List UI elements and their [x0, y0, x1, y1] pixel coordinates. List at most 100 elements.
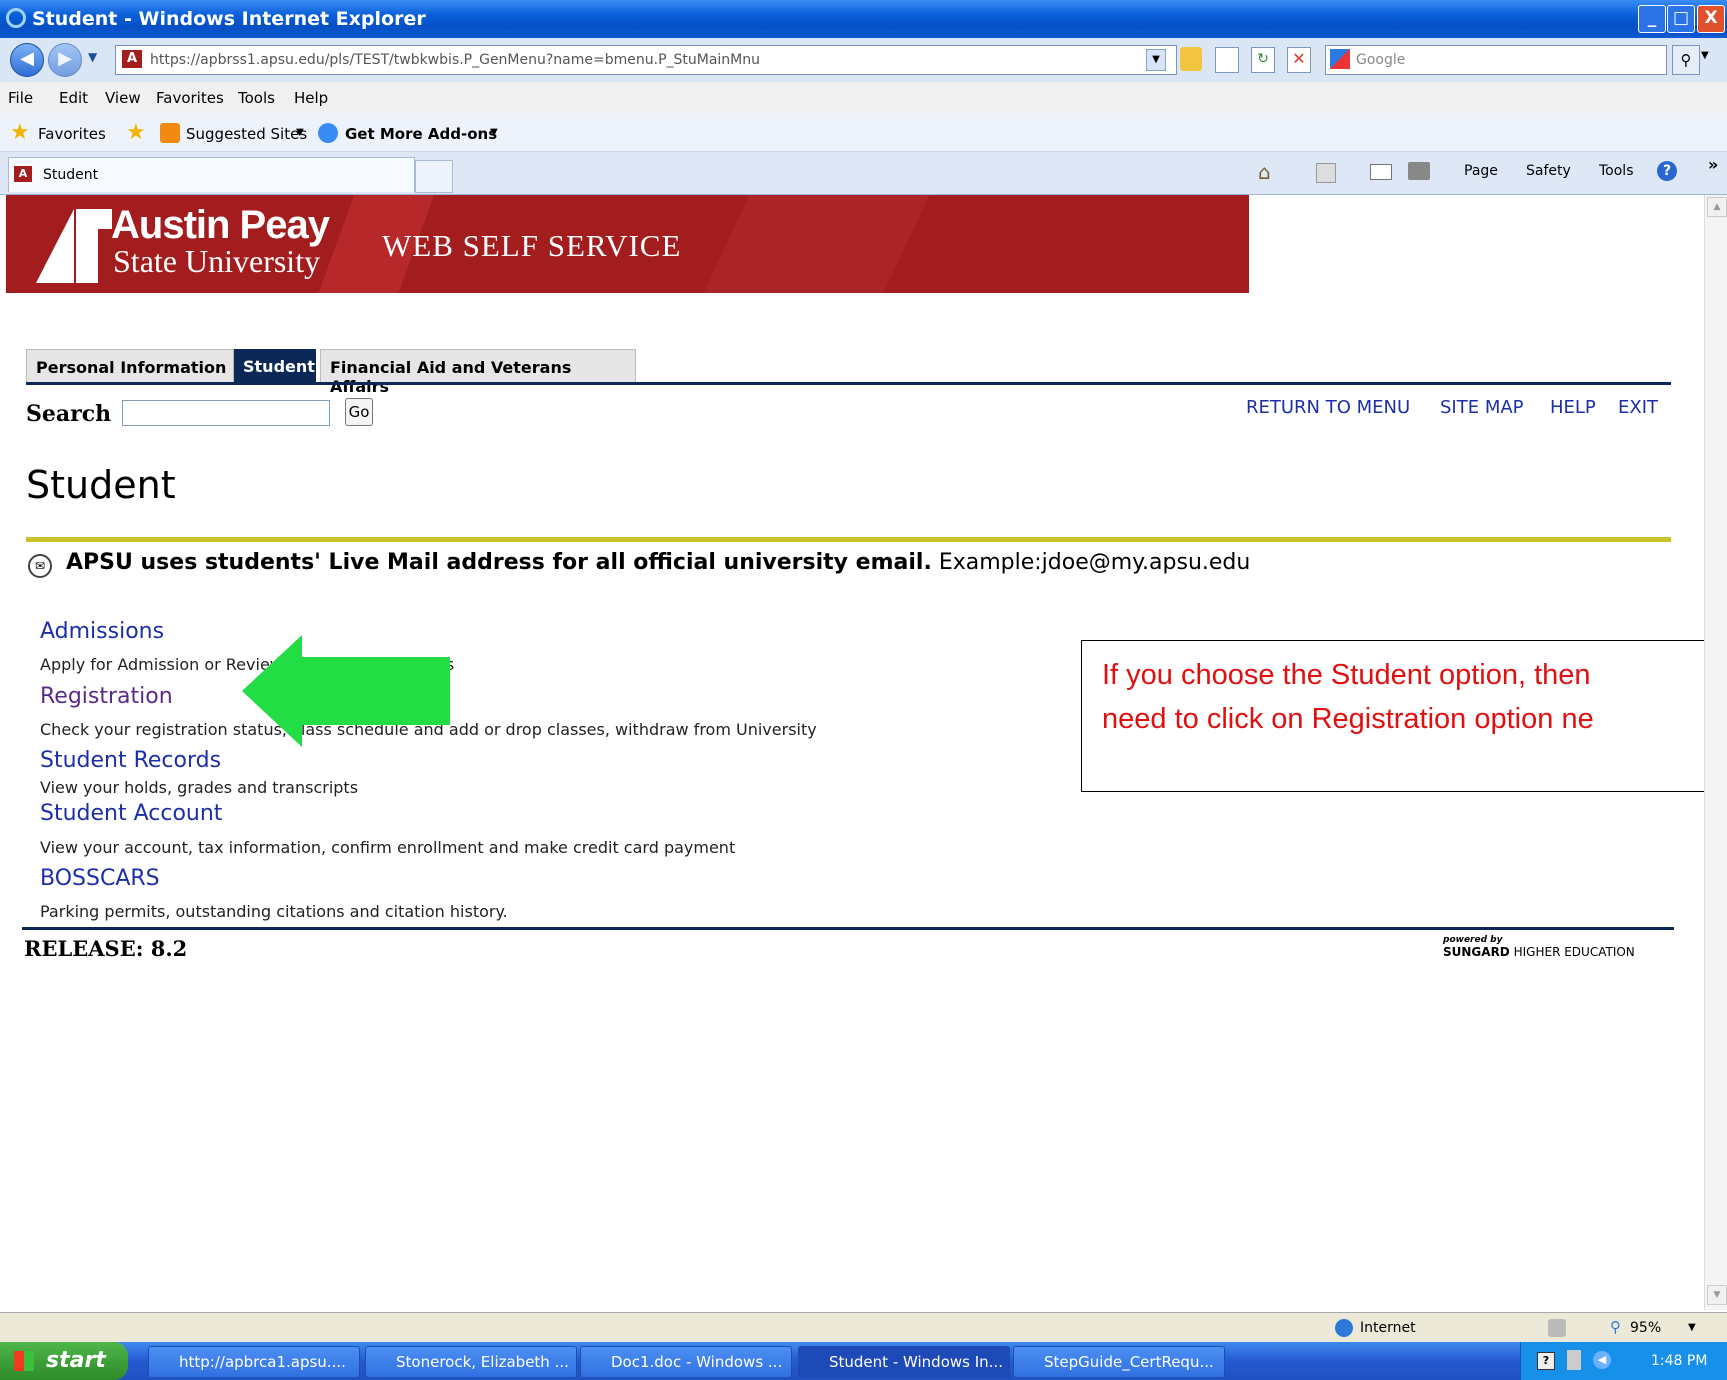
- student-records-link[interactable]: Student Records: [40, 748, 221, 773]
- home-icon[interactable]: ⌂: [1258, 160, 1271, 184]
- address-toolbar: ◀ ▶ ▼ A https://apbrss1.apsu.edu/pls/TES…: [0, 38, 1727, 82]
- sungard-brand: SUNGARD: [1443, 945, 1510, 959]
- tab-label: Financial Aid and Veterans Affairs: [330, 358, 572, 396]
- taskbar-item[interactable]: http://apbrca1.apsu....: [148, 1346, 360, 1378]
- page-title: Student: [26, 463, 176, 507]
- help-link[interactable]: HELP: [1550, 397, 1596, 418]
- menu-bar: File Edit View Favorites Tools Help: [0, 82, 1727, 113]
- help-icon[interactable]: ?: [1657, 161, 1677, 181]
- go-button[interactable]: Go: [345, 398, 373, 426]
- site-favicon-icon: A: [122, 50, 142, 68]
- tab-label: Student: [43, 167, 99, 183]
- menu-help[interactable]: Help: [294, 89, 328, 107]
- search-icon[interactable]: ⚲: [1672, 45, 1700, 75]
- lock-icon[interactable]: [1180, 47, 1202, 71]
- favorites-button[interactable]: Favorites: [38, 125, 106, 143]
- network-tray-icon[interactable]: [1567, 1350, 1581, 1370]
- page-menu[interactable]: Page: [1464, 163, 1498, 179]
- bosscars-desc: Parking permits, outstanding citations a…: [40, 902, 508, 921]
- taskbar-item[interactable]: Stonerock, Elizabeth ...: [365, 1346, 577, 1378]
- chevron-more-icon[interactable]: »: [1708, 155, 1718, 174]
- address-field[interactable]: A https://apbrss1.apsu.edu/pls/TEST/twbk…: [115, 45, 1177, 75]
- stop-icon[interactable]: ✕: [1287, 47, 1311, 73]
- close-button[interactable]: X: [1697, 5, 1725, 33]
- scroll-up-button[interactable]: ▲: [1707, 197, 1727, 217]
- forward-button[interactable]: ▶: [48, 43, 82, 77]
- zoom-level[interactable]: 95%: [1630, 1320, 1661, 1336]
- taskbar-item[interactable]: StepGuide_CertRequ...: [1013, 1346, 1225, 1378]
- new-tab-button[interactable]: [415, 160, 453, 193]
- powered-by-text: powered by: [1443, 935, 1503, 945]
- zone-label: Internet: [1360, 1320, 1416, 1336]
- history-dropdown-icon[interactable]: ▼: [88, 50, 97, 64]
- student-account-desc: View your account, tax information, conf…: [40, 838, 736, 857]
- dropdown-icon[interactable]: ▼: [490, 127, 498, 138]
- bosscars-link[interactable]: BOSSCARS: [40, 866, 160, 891]
- search-options-icon[interactable]: ▼: [1701, 50, 1709, 61]
- site-search-input[interactable]: [122, 400, 330, 426]
- refresh-icon[interactable]: ↻: [1251, 47, 1275, 73]
- scroll-down-button[interactable]: ▼: [1707, 1285, 1727, 1305]
- accent-rule: [26, 537, 1671, 542]
- system-tray: ? ◀ 1:48 PM: [1520, 1342, 1727, 1380]
- help-tray-icon[interactable]: ?: [1537, 1352, 1555, 1370]
- tab-favicon-icon: A: [14, 166, 32, 182]
- service-title: WEB SELF SERVICE: [382, 228, 682, 263]
- tab-label: Personal Information: [36, 358, 227, 377]
- address-dropdown-icon[interactable]: ▼: [1146, 49, 1166, 71]
- tools-menu[interactable]: Tools: [1599, 163, 1634, 179]
- tab-row: A Student ⌂ Page Safety Tools ? »: [0, 152, 1727, 195]
- return-to-menu-link[interactable]: RETURN TO MENU: [1246, 397, 1410, 418]
- menu-file[interactable]: File: [8, 89, 33, 107]
- protected-mode-icon[interactable]: [1548, 1319, 1566, 1337]
- tab-student[interactable]: Student: [234, 349, 316, 384]
- mail-notice-icon: ✉: [28, 554, 52, 578]
- mail-icon[interactable]: [1370, 164, 1392, 180]
- tab-financial-aid[interactable]: Financial Aid and Veterans Affairs: [320, 349, 636, 396]
- search-field[interactable]: Google: [1325, 45, 1667, 75]
- ie-logo-icon: [6, 8, 26, 28]
- banner-watermark: [693, 195, 939, 293]
- safety-menu[interactable]: Safety: [1526, 163, 1571, 179]
- compatibility-icon[interactable]: [1215, 47, 1239, 73]
- vertical-scrollbar[interactable]: ▲ ▼: [1704, 195, 1727, 1310]
- exit-link[interactable]: EXIT: [1618, 397, 1658, 418]
- minimize-button[interactable]: _: [1638, 5, 1666, 33]
- taskbar-item[interactable]: Doc1.doc - Windows ...: [580, 1346, 792, 1378]
- taskbar-item-active[interactable]: Student - Windows In...: [798, 1346, 1010, 1378]
- start-label: start: [46, 1348, 106, 1373]
- registration-link[interactable]: Registration: [40, 684, 173, 709]
- menu-favorites[interactable]: Favorites: [156, 89, 224, 107]
- back-button[interactable]: ◀: [10, 43, 44, 77]
- site-tab-bar: Personal Information Student Financial A…: [22, 349, 1672, 396]
- dropdown-icon[interactable]: ▼: [296, 127, 304, 138]
- browser-tab-student[interactable]: A Student: [8, 157, 415, 192]
- university-name-line1: Austin Peay: [111, 203, 330, 247]
- suggested-sites-button[interactable]: Suggested Sites: [186, 125, 307, 143]
- tray-expand-icon[interactable]: ◀: [1593, 1351, 1611, 1369]
- menu-tools[interactable]: Tools: [238, 89, 275, 107]
- feeds-icon[interactable]: [1316, 163, 1336, 183]
- menu-view[interactable]: View: [105, 89, 141, 107]
- site-map-link[interactable]: SITE MAP: [1440, 397, 1524, 418]
- window-title: Student - Windows Internet Explorer: [32, 8, 426, 30]
- google-icon: [1330, 49, 1350, 69]
- get-addons-button[interactable]: Get More Add-ons: [345, 125, 497, 143]
- zoom-dropdown-icon[interactable]: ▼: [1688, 1322, 1696, 1333]
- sungard-tagline: HIGHER EDUCATION: [1513, 945, 1635, 959]
- release-label: RELEASE: 8.2: [24, 936, 188, 961]
- add-favorite-icon[interactable]: ★: [126, 120, 146, 145]
- window-title-bar[interactable]: Student - Windows Internet Explorer _ □ …: [0, 0, 1727, 38]
- start-button[interactable]: start: [0, 1342, 128, 1380]
- footer-rule: [22, 927, 1674, 930]
- email-notice: APSU uses students' Live Mail address fo…: [66, 550, 1250, 575]
- print-icon[interactable]: [1408, 162, 1430, 180]
- tab-label: Student: [243, 357, 315, 376]
- admissions-link[interactable]: Admissions: [40, 619, 164, 644]
- search-placeholder: Google: [1356, 52, 1406, 68]
- tab-personal-information[interactable]: Personal Information: [26, 349, 234, 383]
- menu-edit[interactable]: Edit: [59, 89, 88, 107]
- status-bar: Internet ⚲ 95% ▼: [0, 1312, 1727, 1343]
- student-account-link[interactable]: Student Account: [40, 801, 222, 826]
- restore-button[interactable]: □: [1667, 5, 1695, 33]
